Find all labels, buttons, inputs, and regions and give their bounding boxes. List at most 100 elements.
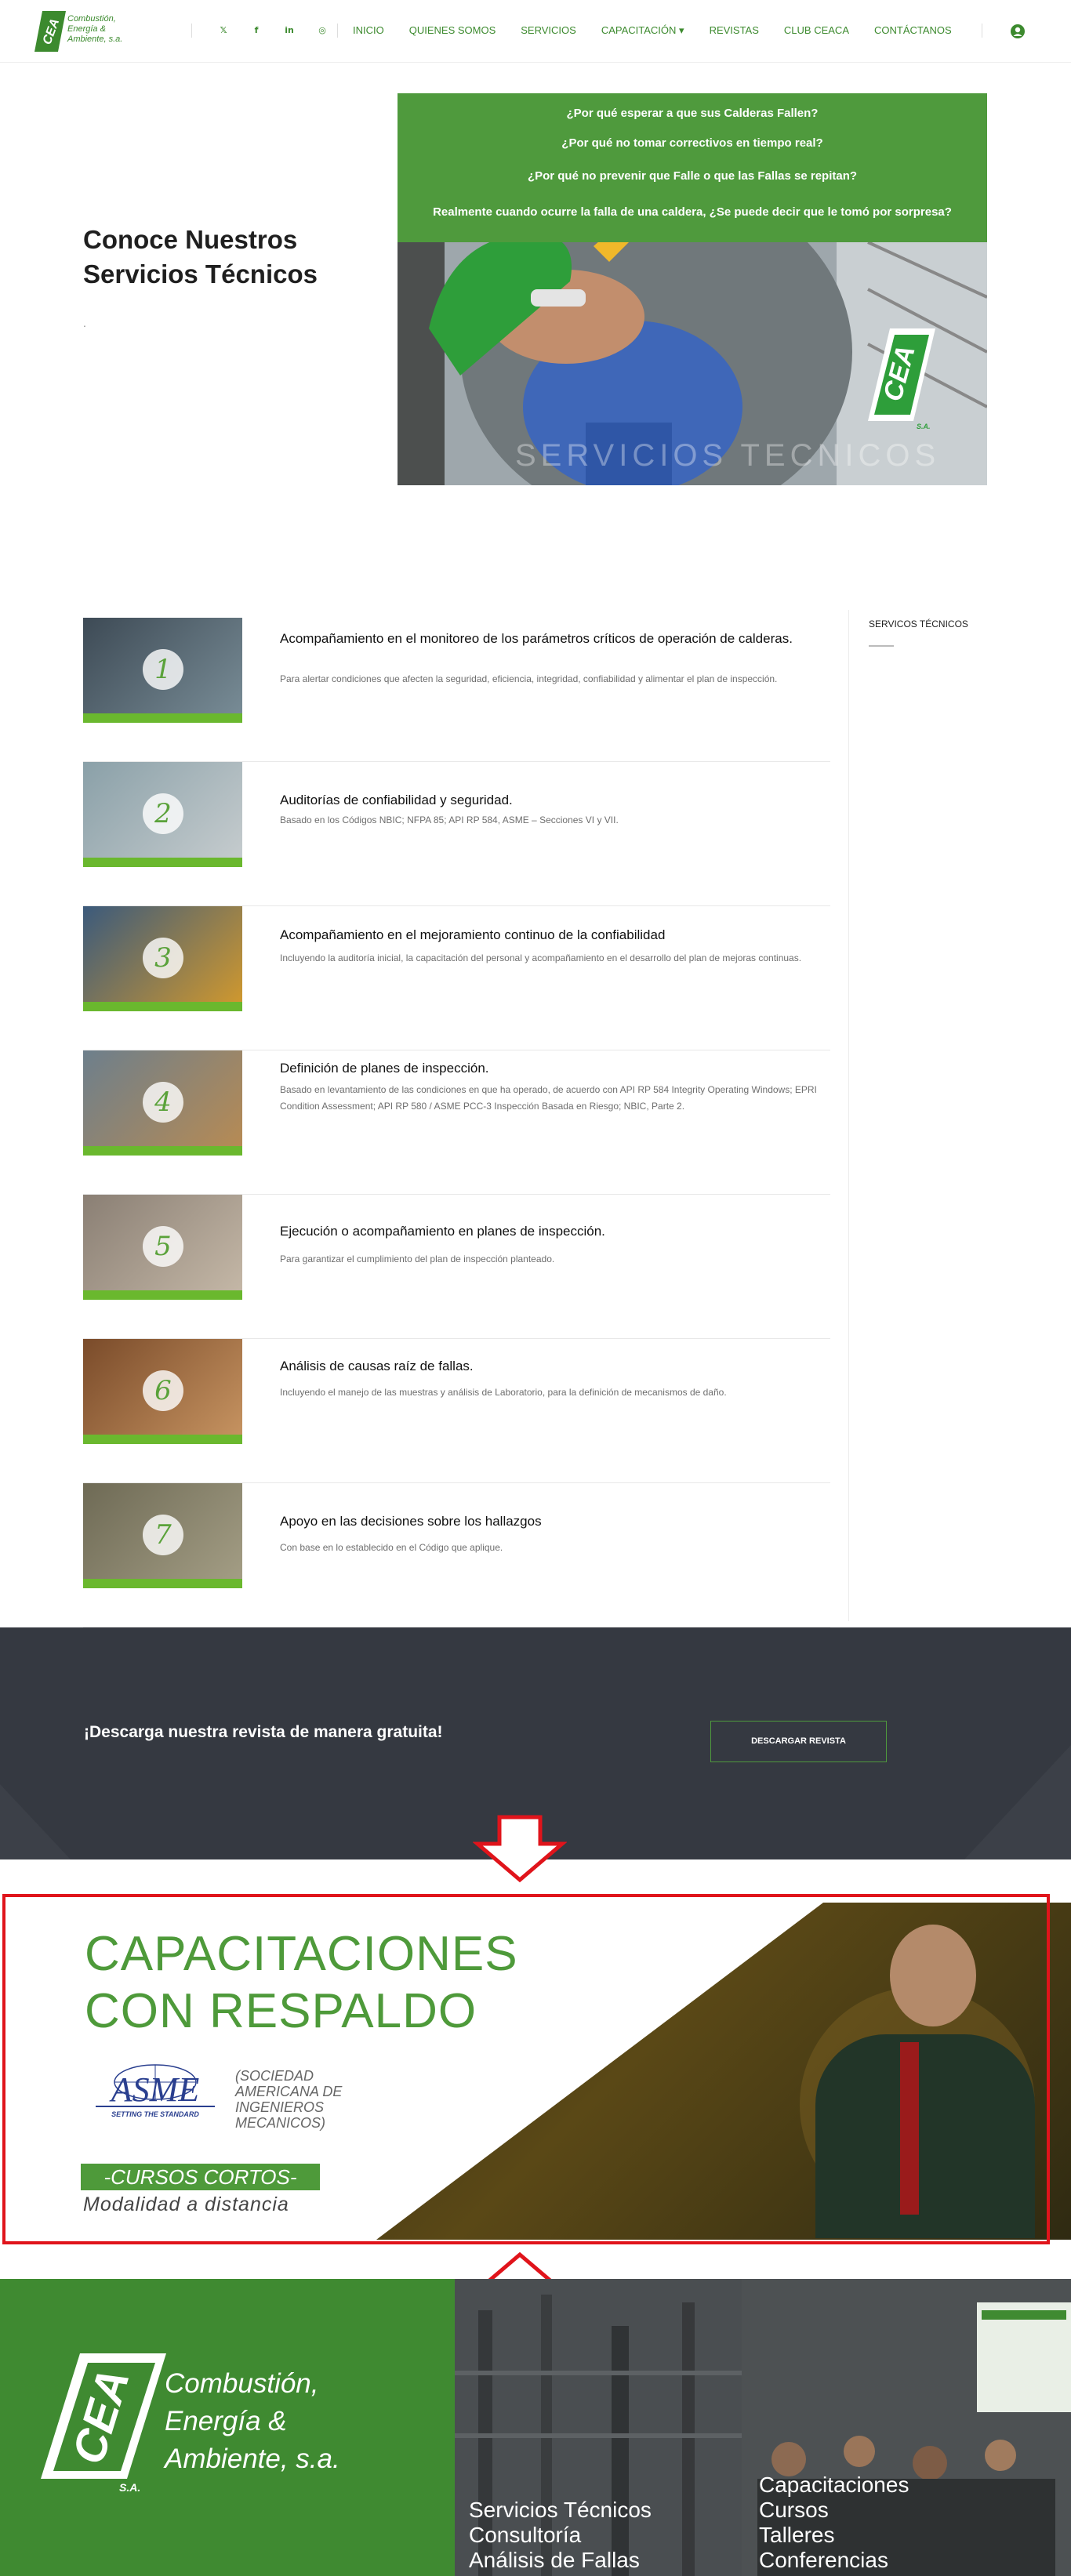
service-thumbnail: 4 xyxy=(83,1050,242,1156)
decorative-shape xyxy=(0,1784,71,1859)
footer-brand-line: Energía & xyxy=(165,2406,287,2436)
footer-training-item[interactable]: Talleres xyxy=(759,2523,909,2548)
footer-training-item[interactable]: Capacitaciones xyxy=(759,2473,909,2498)
brand-line-2: Energía & xyxy=(67,24,106,34)
hero-title: Conoce Nuestros Servicios Técnicos xyxy=(83,223,350,292)
service-description: Incluyendo el manejo de las muestras y a… xyxy=(280,1387,727,1398)
thumbnail-band xyxy=(83,1002,242,1011)
hero-question-1: ¿Por qué esperar a que sus Calderas Fall… xyxy=(566,107,819,120)
service-description: Basado en los Códigos NBIC; NFPA 85; API… xyxy=(280,815,619,825)
twitter-icon[interactable]: 𝕏 xyxy=(217,24,230,38)
service-item: 7 Apoyo en las decisiones sobre los halla… xyxy=(83,1483,830,1627)
nav-quienes-somos[interactable]: QUIENES SOMOS xyxy=(409,24,496,38)
hero-watermark: SERVICIOS TECNICOS xyxy=(515,438,941,473)
svg-text:S.A.: S.A. xyxy=(917,423,931,430)
service-title: Auditorías de confiabilidad y seguridad. xyxy=(280,793,513,807)
thumbnail-band xyxy=(83,713,242,723)
brand-logo[interactable]: CEA Combustión, Energía & Ambiente, s.a. xyxy=(34,9,129,55)
service-item: 4 Definición de planes de inspección. Basa… xyxy=(83,1050,830,1195)
cea-logo-icon: CEA S.A. xyxy=(868,328,935,430)
footer-training-item[interactable]: Cursos xyxy=(759,2498,909,2523)
service-item: 3 Acompañamiento en el mejoramiento conti… xyxy=(83,906,830,1050)
service-description: Incluyendo la auditoría inicial, la capa… xyxy=(280,952,802,963)
service-thumbnail: 3 xyxy=(83,906,242,1011)
service-thumbnail: 1 xyxy=(83,618,242,723)
thumbnail-band xyxy=(83,858,242,867)
hero-title-line-1: Conoce Nuestros xyxy=(83,225,298,254)
nav-revistas[interactable]: REVISTAS xyxy=(710,24,759,38)
service-title: Definición de planes de inspección. xyxy=(280,1061,489,1076)
service-title: Apoyo en las decisiones sobre los hallaz… xyxy=(280,1514,542,1529)
footer-brand-name: Combustión, Energía & Ambiente, s.a. xyxy=(165,2365,340,2478)
header-divider xyxy=(337,24,338,38)
hero-image: ¿Por qué esperar a que sus Calderas Fall… xyxy=(398,93,987,485)
sidebar-title: SERVICOS TÉCNICOS xyxy=(869,619,968,629)
hero-question-2: ¿Por qué no tomar correctivos en tiempo … xyxy=(561,136,823,150)
service-thumbnail: 6 xyxy=(83,1339,242,1444)
footer-training-list: Capacitaciones Cursos Talleres Conferenc… xyxy=(759,2473,909,2573)
service-number: 6 xyxy=(143,1370,183,1411)
hero-title-line-2: Servicios Técnicos xyxy=(83,259,318,288)
thumbnail-band xyxy=(83,1290,242,1300)
service-number: 7 xyxy=(143,1515,183,1555)
facebook-icon[interactable]: f xyxy=(250,24,263,38)
highlight-frame xyxy=(2,1894,1050,2244)
thumbnail-band xyxy=(83,1435,242,1444)
thumbnail-band xyxy=(83,1579,242,1588)
service-item: 1 Acompañamiento en el monitoreo de los p… xyxy=(83,618,830,762)
sidebar-title-underline xyxy=(869,645,894,647)
service-thumbnail: 5 xyxy=(83,1195,242,1300)
site-header: CEA Combustión, Energía & Ambiente, s.a.… xyxy=(0,0,1071,63)
service-number: 3 xyxy=(143,938,183,978)
footer-brand-line: Ambiente, s.a. xyxy=(165,2444,340,2474)
service-number: 4 xyxy=(143,1082,183,1123)
linkedin-icon[interactable]: in xyxy=(283,24,296,38)
service-number: 1 xyxy=(143,649,183,690)
service-description: Con base en lo establecido en el Código … xyxy=(280,1542,503,1553)
footer-brand-line: Combustión, xyxy=(165,2368,319,2399)
download-text: ¡Descarga nuestra revista de manera grat… xyxy=(84,1723,443,1741)
service-item: 5 Ejecución o acompañamiento en planes de… xyxy=(83,1195,830,1339)
nav-servicios[interactable]: SERVICIOS xyxy=(521,24,576,38)
instagram-icon[interactable]: ◎ xyxy=(316,24,329,38)
hero-question-3: ¿Por qué no prevenir que Falle o que las… xyxy=(527,169,858,183)
hero-question-4: Realmente cuando ocurre la falla de una … xyxy=(433,205,952,219)
service-description: Para alertar condiciones que afecten la … xyxy=(280,673,778,684)
nav-capacitacion[interactable]: CAPACITACIÓN ▾ xyxy=(601,24,684,38)
service-title: Acompañamiento en el mejoramiento contin… xyxy=(280,927,666,942)
thumbnail-band xyxy=(83,1146,242,1156)
footer-services-item[interactable]: Servicios Técnicos xyxy=(469,2498,652,2523)
arrow-down-icon xyxy=(473,1815,567,1883)
footer-services-item[interactable]: Consultoría xyxy=(469,2523,652,2548)
service-title: Análisis de causas raíz de fallas. xyxy=(280,1359,474,1373)
hero-dot: . xyxy=(83,317,86,329)
decorative-shape xyxy=(964,1745,1071,1859)
brand-line-3: Ambiente, s.a. xyxy=(67,34,123,44)
service-item: 2 Auditorías de confiabilidad y seguridad… xyxy=(83,762,830,906)
cea-logo-icon: CEA xyxy=(34,11,66,52)
sidebar-divider xyxy=(848,610,849,1621)
service-item: 6 Análisis de causas raíz de fallas. Inclu… xyxy=(83,1339,830,1483)
service-description: Basado en levantamiento de las condicion… xyxy=(280,1084,817,1112)
download-magazine-button[interactable]: DESCARGAR REVISTA xyxy=(710,1721,887,1762)
service-description: Para garantizar el cumplimiento del plan… xyxy=(280,1254,555,1264)
nav-club-ceaca[interactable]: CLUB CEACA xyxy=(784,24,849,38)
service-title: Acompañamiento en el monitoreo de los pa… xyxy=(280,631,793,646)
nav-inicio[interactable]: INICIO xyxy=(353,24,384,38)
cea-logo-icon: CEA S.A. xyxy=(41,2353,166,2494)
service-title: Ejecución o acompañamiento en planes de … xyxy=(280,1224,605,1239)
footer-services-item[interactable]: Análisis de Fallas xyxy=(469,2548,652,2573)
user-circle-icon[interactable] xyxy=(1010,24,1026,39)
service-number: 2 xyxy=(143,793,183,834)
main-nav: INICIO QUIENES SOMOS SERVICIOS CAPACITAC… xyxy=(353,24,977,38)
service-thumbnail: 7 xyxy=(83,1483,242,1588)
footer: CEA S.A. Combustión, Energía & Ambiente,… xyxy=(0,2279,1071,2576)
nav-contactanos[interactable]: CONTÁCTANOS xyxy=(874,24,952,38)
footer-services-list: Servicios Técnicos Consultoría Análisis … xyxy=(469,2498,652,2573)
social-links: 𝕏 f in ◎ xyxy=(217,24,329,38)
brand-name: Combustión, Energía & Ambiente, s.a. xyxy=(67,14,122,45)
footer-training-item[interactable]: Conferencias xyxy=(759,2548,909,2573)
header-divider xyxy=(191,24,192,38)
service-number: 5 xyxy=(143,1226,183,1267)
svg-text:S.A.: S.A. xyxy=(119,2481,140,2494)
